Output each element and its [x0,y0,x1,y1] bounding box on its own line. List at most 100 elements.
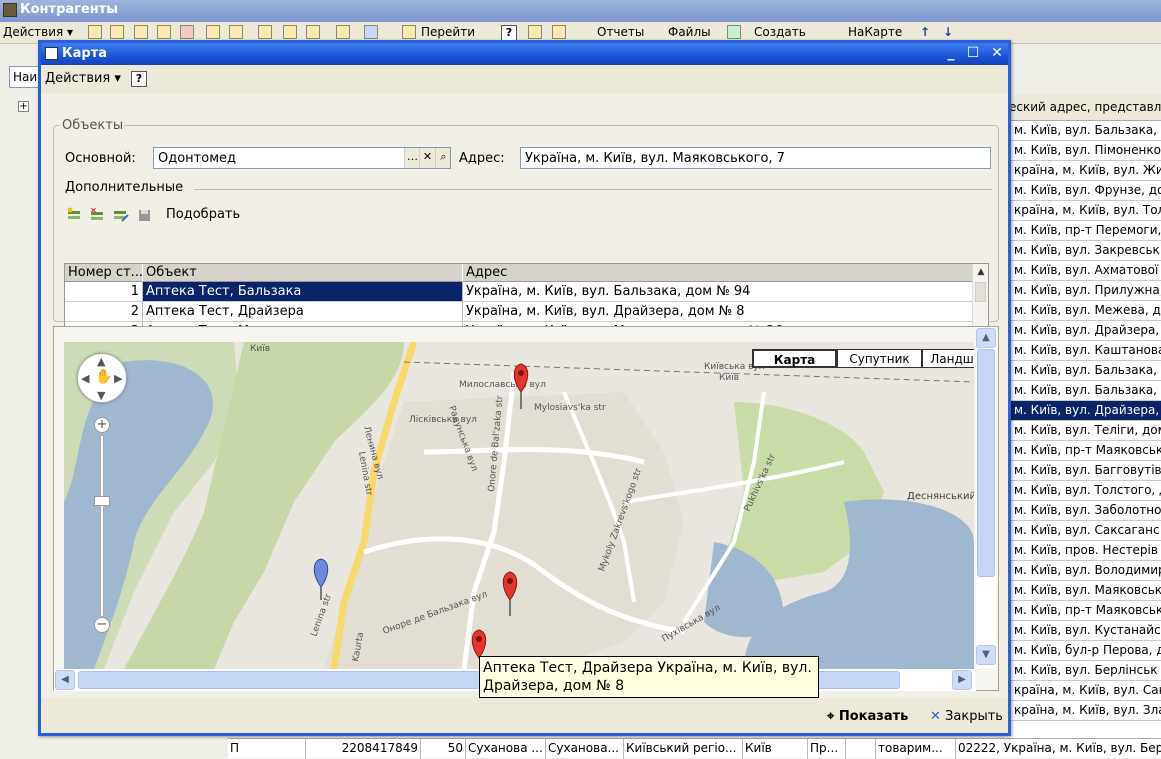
refresh-icon[interactable] [229,25,243,39]
table-row[interactable]: м. Київ, вул. Каштанова [1005,341,1161,361]
table-row[interactable]: м. Київ, вул. Межева, до [1005,301,1161,321]
arrow-up-icon[interactable]: ↑ [920,25,930,39]
table-cell[interactable]: 2208417849 [308,741,418,755]
map-canvas[interactable]: Київ Київська вул Київ Милославська вул … [64,342,974,669]
table-cell[interactable]: товарим... [878,741,953,755]
row-1-address[interactable]: Україна, м. Київ, вул. Бальзака, дом № 9… [463,282,974,302]
table-row[interactable]: м. Київ, пр-т Маяковськ [1005,441,1161,461]
folder-icon[interactable] [110,25,124,39]
disk-icon[interactable] [136,207,154,223]
row-2-number[interactable]: 2 [65,302,143,322]
dialog-help-button[interactable]: ? [131,71,147,87]
scroll-right-icon[interactable]: ▶ [952,670,972,690]
row-2-object[interactable]: Аптека Тест, Драйзера [143,302,463,322]
table-row[interactable]: м. Київ, вул. Бальзака, [1005,121,1161,141]
scroll-thumb[interactable] [977,349,995,577]
map-view[interactable]: Київ Київська вул Київ Милославська вул … [64,342,974,669]
table-row[interactable]: м. Київ, вул. Драйзера, [1005,321,1161,341]
table-row[interactable]: м. Київ, бул-р Перова, д [1005,641,1161,661]
table-cell[interactable]: 50 [423,741,463,755]
pan-down-icon[interactable]: ▼ [97,389,105,402]
tree-expand-icon[interactable]: + [18,101,29,112]
table-row[interactable]: м. Київ, вул. Толстого, д [1005,481,1161,501]
chevron-down-icon[interactable]: ▾ [67,25,73,39]
hand-icon[interactable]: ✋ [95,369,112,385]
table-cell[interactable]: Суханова... [548,741,623,755]
pan-left-icon[interactable]: ◀ [81,372,89,385]
filter-clear-icon[interactable] [336,25,350,39]
table-cell[interactable]: Київ [745,741,805,755]
toolbar-files-button[interactable]: Файлы [668,25,711,39]
table-row[interactable]: м. Київ, вул. Бальзака, [1005,381,1161,401]
table-row[interactable]: країна, м. Київ, вул. Сак [1005,681,1161,701]
pan-control[interactable]: ▲ ▼ ◀ ▶ ✋ [77,353,127,403]
table-row[interactable]: країна, м. Київ, вул. Жи [1005,161,1161,181]
table-row[interactable]: м. Київ, вул. Маяковськ [1005,581,1161,601]
zoom-slider-handle[interactable] [94,496,110,506]
delete-icon[interactable] [180,25,194,39]
hierarchy-icon[interactable] [206,25,220,39]
zoom-out-icon[interactable]: − [94,617,110,633]
table-row[interactable]: країна, м. Київ, вул. Толс [1005,201,1161,221]
clear-icon[interactable]: ✕ [419,148,435,168]
table-row[interactable]: м. Київ, пр-т Перемоги, [1005,221,1161,241]
table-row[interactable]: м. Київ, вул. Саксаганс [1005,521,1161,541]
delete-row-icon[interactable]: ✕ [89,207,107,223]
add-row-icon[interactable] [66,207,84,223]
main-object-field[interactable]: Одонтомед … ✕ ⌕ [153,147,451,169]
pan-up-icon[interactable]: ▲ [97,355,105,368]
dialog-title-bar[interactable]: Карта _ ☐ ✕ [41,43,1008,65]
scroll-up-icon[interactable]: ▲ [976,328,996,348]
toolbar-create-menu[interactable]: Создать [754,25,806,39]
table-row[interactable]: м. Київ, вул. Бальзака, [1005,361,1161,381]
table-cell[interactable]: Пр... [810,741,845,755]
maximize-icon[interactable]: ☐ [963,45,983,63]
zoom-control[interactable]: + − [94,417,110,637]
filter-list-icon[interactable] [283,25,297,39]
toolbar-onmap-button[interactable]: НаКарте [848,25,902,39]
row-1-object[interactable]: Аптека Тест, Бальзака [143,282,463,302]
map-type-terrain[interactable]: Ландш [922,349,974,368]
toolbar-reports-menu[interactable]: Отчеты [597,25,644,39]
table-row[interactable]: м. Київ, вул. Кустанайс [1005,621,1161,641]
dialog-actions-menu[interactable]: Действия ▾ [45,71,121,86]
scroll-left-icon[interactable]: ◀ [55,670,75,690]
table-icon[interactable] [552,25,566,39]
show-button[interactable]: ⌖ Показать [827,709,908,724]
row-1-number[interactable]: 1 [65,282,143,302]
toolbar-actions-menu[interactable]: Действия [3,25,63,39]
background-bottom-row[interactable]: П 2208417849 50 Суханова ... Суханова... Київ… [228,738,1161,759]
table-row[interactable]: м. Київ, вул. Пімоненко [1005,141,1161,161]
arrow-down-icon[interactable]: ↓ [943,25,953,39]
edit-icon[interactable] [157,25,171,39]
pan-right-icon[interactable]: ▶ [114,372,122,385]
column-header-address[interactable]: Адрес [463,264,974,282]
search-icon[interactable]: ⌕ [435,148,450,168]
help-icon[interactable]: ? [501,25,517,41]
table-row[interactable]: м. Київ, вул. Драйзера, [1005,401,1161,421]
goto-icon[interactable] [402,25,416,39]
close-button[interactable]: ✕ Закрыть [930,709,1003,724]
map-vertical-scrollbar[interactable]: ▲ ▼ [976,327,996,669]
table-row[interactable]: м. Київ, вул. Закревськ [1005,241,1161,261]
table-row[interactable]: м. Київ, вул. Теліги, дом [1005,421,1161,441]
scroll-down-icon[interactable]: ▼ [976,645,996,665]
table-row[interactable]: м. Київ, вул. Фрунзе, до [1005,181,1161,201]
scroll-thumb[interactable] [975,282,986,302]
list-icon[interactable] [528,25,542,39]
column-header-object[interactable]: Объект [143,264,463,282]
column-header-number[interactable]: Номер ст... [65,264,143,282]
table-cell[interactable]: Суханова ... [468,741,543,755]
table-cell[interactable]: П [230,741,300,755]
email-icon[interactable] [727,25,741,39]
table-row[interactable]: м. Київ, вул. Володимир [1005,561,1161,581]
minimize-icon[interactable]: _ [941,45,961,63]
pick-button[interactable]: Подобрать [166,207,240,222]
address-field[interactable]: Україна, м. Київ, вул. Маяковського, 7 [520,147,991,169]
filter-icon[interactable] [258,25,272,39]
row-2-address[interactable]: Україна, м. Київ, вул. Драйзера, дом № 8 [463,302,974,322]
zoom-in-icon[interactable]: + [94,417,110,433]
scroll-up-icon[interactable]: ▲ [973,264,989,280]
sync-icon[interactable] [364,25,378,39]
close-icon[interactable]: ✕ [987,45,1007,63]
